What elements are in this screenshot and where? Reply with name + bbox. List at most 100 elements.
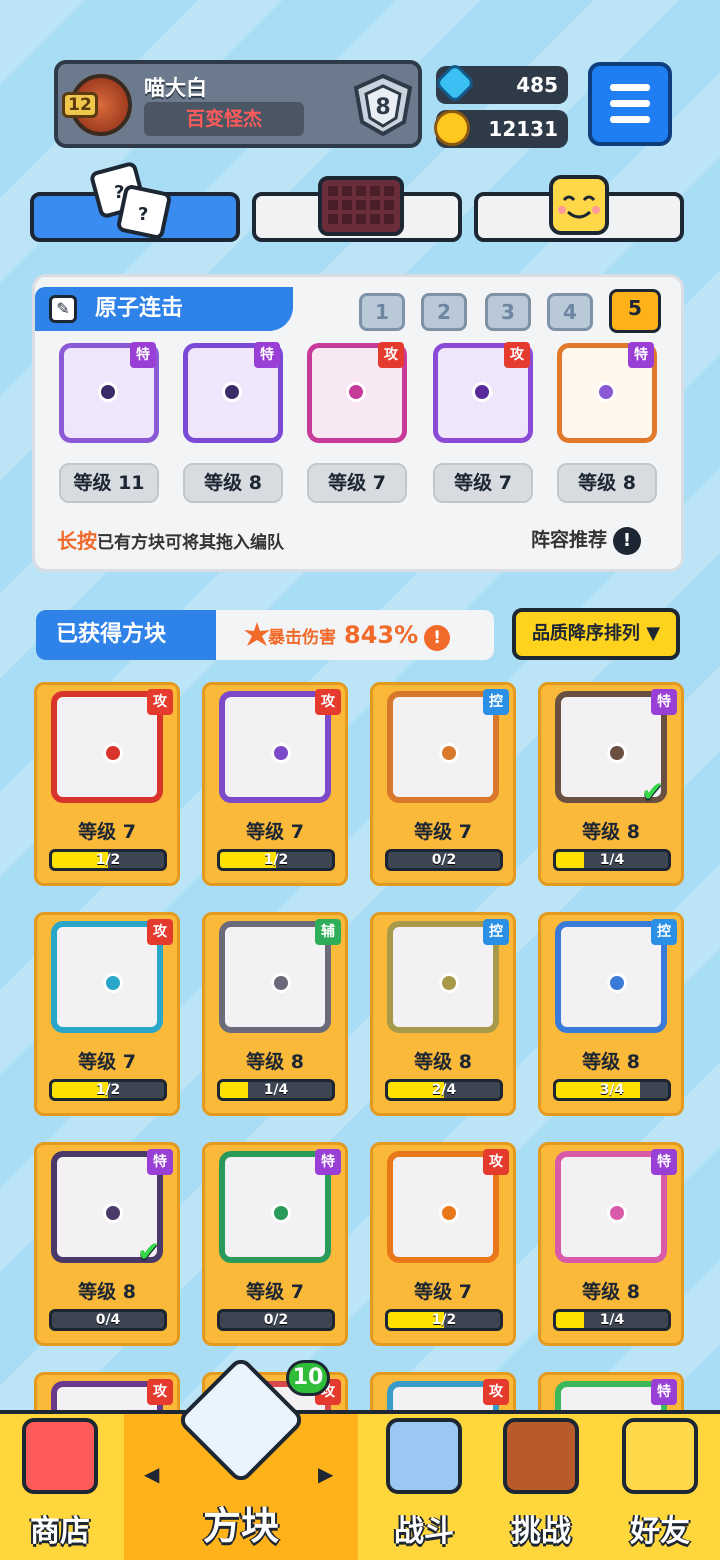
owned-block-card[interactable]: ✔ 特等级 8 1/4 <box>538 682 684 886</box>
tag-attack: 攻 <box>147 1379 173 1405</box>
nav-shop[interactable]: 商店 <box>0 1414 120 1560</box>
svg-text:?: ? <box>138 204 148 225</box>
friend-character-icon <box>622 1418 698 1494</box>
block-level: 等级 7 <box>246 1281 304 1303</box>
tag-special: 特 <box>651 1379 677 1405</box>
slot-tab-1[interactable]: 1 <box>359 293 405 331</box>
upgrade-progress-bar: 1/4 <box>553 849 671 871</box>
upgrade-progress-text: 0/4 <box>95 1312 121 1328</box>
combo-card-3[interactable]: 攻 <box>307 342 407 443</box>
owned-block-card[interactable]: 控等级 8 2/4 <box>370 912 516 1116</box>
owned-block-card[interactable]: 攻等级 7 1/2 <box>370 1142 516 1346</box>
tag-special: 特 <box>130 342 156 368</box>
owned-blocks-title: 已获得方块 <box>36 610 226 660</box>
nav-friends[interactable]: 好友 <box>600 1414 720 1560</box>
block-level: 等级 8 <box>78 1281 136 1303</box>
combo-card-2[interactable]: 特 <box>183 342 283 443</box>
shop-icon <box>22 1418 98 1494</box>
tag-support: 辅 <box>315 919 341 945</box>
upgrade-progress-text: 1/2 <box>431 1312 457 1328</box>
upgrade-progress-text: 1/2 <box>95 852 121 868</box>
tag-attack: 攻 <box>315 689 341 715</box>
nav-battle[interactable]: 战斗 <box>364 1414 484 1560</box>
hint-highlight: 长按 <box>57 529 97 553</box>
upgrade-progress-bar: 0/2 <box>217 1309 335 1331</box>
owned-block-card[interactable]: 控等级 7 0/2 <box>370 682 516 886</box>
rank-shield-icon: 8 <box>353 73 413 137</box>
edit-pencil-icon[interactable]: ✎ <box>49 295 77 323</box>
combo-card-level: 等级 7 <box>307 463 407 503</box>
slot-tab-2[interactable]: 2 <box>421 293 467 331</box>
lineup-recommend-button[interactable]: 阵容推荐! <box>531 525 642 555</box>
block-level: 等级 8 <box>246 1051 304 1073</box>
tag-attack: 攻 <box>147 689 173 715</box>
upgrade-progress-text: 0/2 <box>431 852 457 868</box>
owned-block-card[interactable]: 控等级 8 3/4 <box>538 912 684 1116</box>
crit-damage-box[interactable]: 暴击伤害 843%! <box>216 610 494 660</box>
tag-special: 特 <box>651 1149 677 1175</box>
combo-title-text: 原子连击 <box>95 296 184 321</box>
upgrade-progress-text: 3/4 <box>599 1082 625 1098</box>
combo-card-level: 等级 8 <box>557 463 657 503</box>
tag-control: 控 <box>651 919 677 945</box>
block-level: 等级 7 <box>246 821 304 843</box>
grid-board-icon <box>318 176 404 236</box>
nav-shop-label: 商店 <box>30 1514 90 1549</box>
block-level: 等级 7 <box>78 1051 136 1073</box>
slot-tab-4[interactable]: 4 <box>547 293 593 331</box>
nav-challenge-label: 挑战 <box>511 1514 571 1549</box>
crit-value: 843% <box>344 621 419 649</box>
combo-card-5[interactable]: 特 <box>557 342 657 443</box>
combo-card-level: 等级 11 <box>59 463 159 503</box>
next-arrow-icon[interactable]: ▶ <box>318 1462 333 1486</box>
drag-hint: 长按已有方块可将其拖入编队 <box>57 525 284 554</box>
crit-label: 暴击伤害 <box>268 628 336 648</box>
owned-block-card[interactable]: 特等级 7 0/2 <box>202 1142 348 1346</box>
block-level: 等级 7 <box>414 821 472 843</box>
profile-panel[interactable]: 12 喵大白 百变怪杰 8 <box>54 60 422 148</box>
upgrade-progress-text: 0/2 <box>263 1312 289 1328</box>
prev-arrow-icon[interactable]: ◀ <box>144 1462 159 1486</box>
block-level: 等级 7 <box>78 821 136 843</box>
block-level: 等级 8 <box>582 1281 640 1303</box>
upgrade-progress-text: 1/2 <box>263 852 289 868</box>
slot-tab-5[interactable]: 5 <box>609 289 661 333</box>
owned-block-card[interactable]: 攻等级 7 1/2 <box>202 682 348 886</box>
upgrade-progress-text: 1/4 <box>599 1312 625 1328</box>
info-icon: ! <box>613 526 642 555</box>
sort-dropdown[interactable]: 品质降序排列 ▼ <box>512 608 680 660</box>
owned-block-card[interactable]: ✔ 特等级 8 0/4 <box>34 1142 180 1346</box>
block-level: 等级 7 <box>414 1281 472 1303</box>
combo-panel: ✎ 原子连击 1 2 3 4 5 特 特 攻 攻 特 等级 11 等级 8 等级… <box>32 274 684 572</box>
owned-block-card[interactable]: 特等级 8 1/4 <box>538 1142 684 1346</box>
nav-blocks[interactable]: 方块 <box>124 1354 358 1560</box>
tag-attack: 攻 <box>147 919 173 945</box>
crit-info-icon: ! <box>424 625 451 651</box>
nav-challenge[interactable]: 挑战 <box>482 1414 600 1560</box>
upgrade-progress-bar: 1/4 <box>553 1309 671 1331</box>
dice-icon: ? ? <box>90 162 171 239</box>
combo-card-1[interactable]: 特 <box>59 342 159 443</box>
owned-block-card[interactable]: 攻等级 7 1/2 <box>34 912 180 1116</box>
owned-block-card[interactable]: 辅等级 8 1/4 <box>202 912 348 1116</box>
tag-special: 特 <box>315 1149 341 1175</box>
hint-text: 已有方块可将其拖入编队 <box>97 533 284 553</box>
menu-icon-bar <box>610 116 650 123</box>
combo-title: ✎ 原子连击 <box>35 287 293 331</box>
tag-special: 特 <box>651 689 677 715</box>
nav-friends-label: 好友 <box>630 1514 690 1549</box>
upgrade-progress-bar: 1/4 <box>217 1079 335 1101</box>
upgrade-progress-text: 1/4 <box>263 1082 289 1098</box>
menu-button[interactable] <box>588 62 672 146</box>
owned-block-card[interactable]: 攻等级 7 1/2 <box>34 682 180 886</box>
combo-card-level: 等级 7 <box>433 463 533 503</box>
block-level: 等级 8 <box>414 1051 472 1073</box>
tag-attack: 攻 <box>504 342 530 368</box>
sword-shield-icon <box>386 1418 462 1494</box>
selected-check-icon: ✔ <box>137 1235 161 1268</box>
upgrade-progress-bar: 2/4 <box>385 1079 503 1101</box>
slot-tab-3[interactable]: 3 <box>485 293 531 331</box>
combo-card-4[interactable]: 攻 <box>433 342 533 443</box>
player-level-badge: 12 <box>62 92 98 118</box>
tag-control: 控 <box>483 689 509 715</box>
